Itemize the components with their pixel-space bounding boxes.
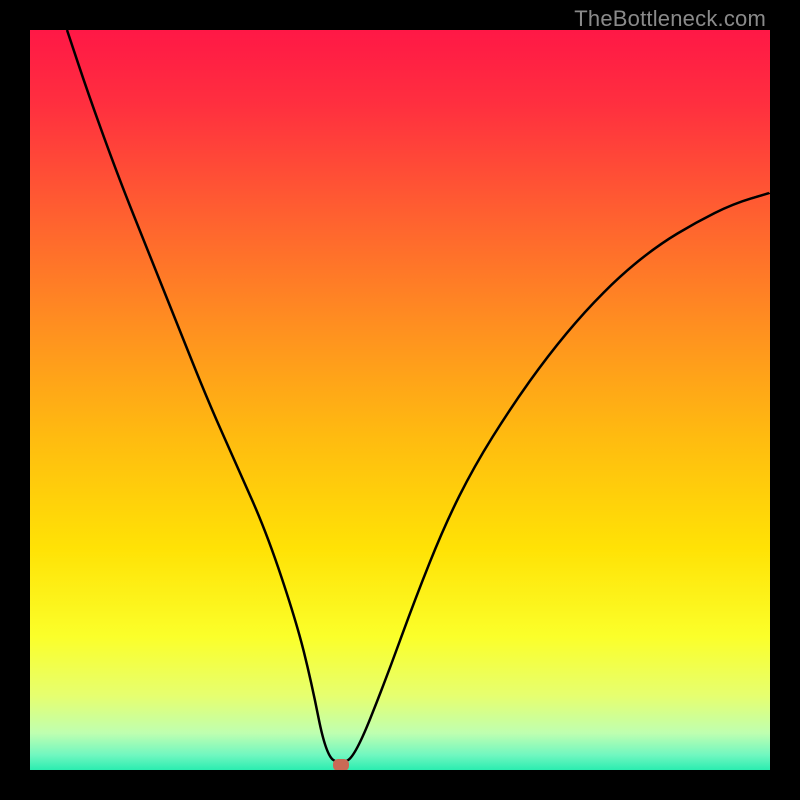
optimum-marker — [333, 759, 349, 770]
chart-frame: TheBottleneck.com — [0, 0, 800, 800]
plot-area — [30, 30, 770, 770]
watermark-text: TheBottleneck.com — [574, 6, 766, 32]
bottleneck-curve — [30, 30, 770, 770]
